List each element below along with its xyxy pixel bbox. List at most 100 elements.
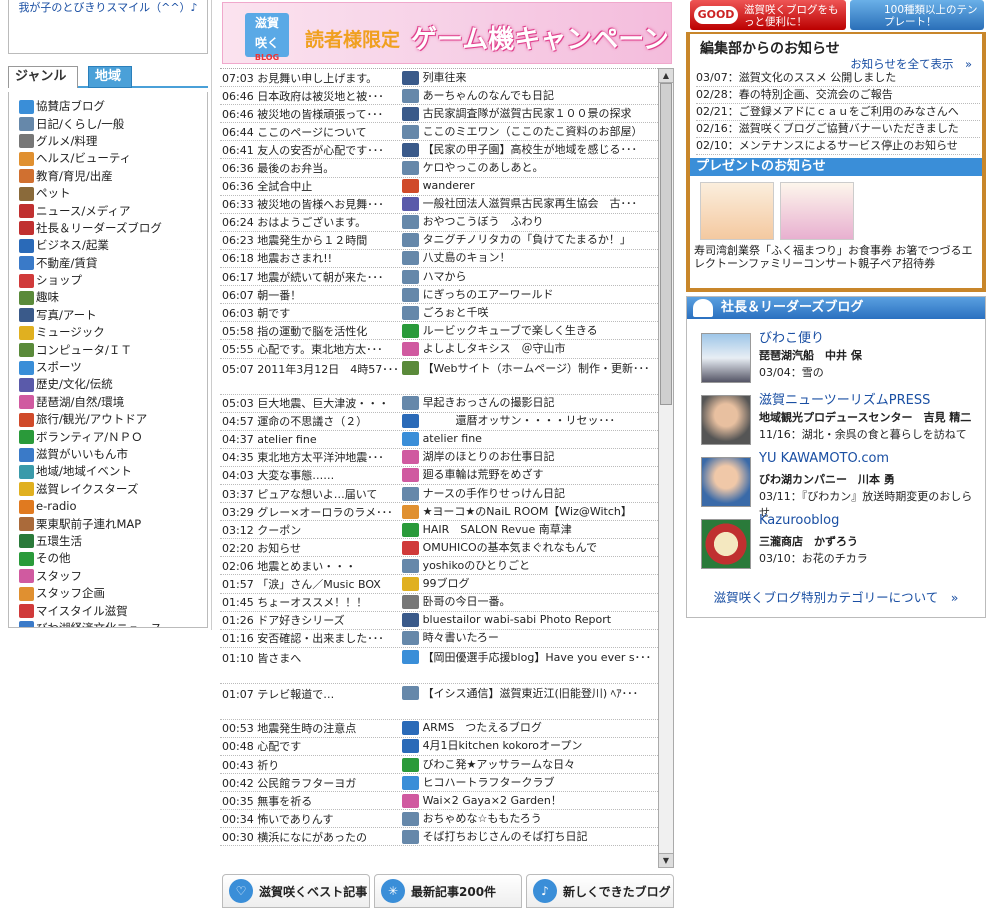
ceo-post[interactable]: 11/16：湖北・余呉の食と暮らしを訪ねて <box>759 427 979 443</box>
post-title-link[interactable]: 04:35 東北地方太平洋沖地震･･･ <box>220 449 402 465</box>
blog-name-link[interactable]: 古民家調査隊が滋賀古民家１００景の探求 <box>423 106 658 122</box>
blog-name-link[interactable]: 早起きおっさんの撮影日記 <box>423 395 658 411</box>
genre-item[interactable]: 写真/アート <box>19 307 207 324</box>
post-title-link[interactable]: 01:07 テレビ報道で… <box>220 686 402 702</box>
post-title-link[interactable]: 06:46 被災地の皆様頑張って･･･ <box>220 106 402 122</box>
blog-name-link[interactable]: 卧哥の今日一番。 <box>423 594 658 610</box>
notice-item[interactable]: 02/21：ご登録メアドにｃａｕをご利用のみなさんへ <box>696 104 980 121</box>
genre-item[interactable]: スタッフ <box>19 568 207 585</box>
post-title-link[interactable]: 04:37 atelier fine <box>220 433 402 446</box>
blog-name-link[interactable]: 【民家の甲子園】高校生が地域を感じる･･･ <box>423 142 658 158</box>
blog-name-link[interactable]: yoshikoのひとりごと <box>423 558 658 574</box>
blog-name-link[interactable]: 列車往来 <box>423 70 658 86</box>
notice-item[interactable]: 02/16：滋賀咲くブログご協賛バナーいただきました <box>696 121 980 138</box>
post-title-link[interactable]: 02:06 地震とめまい・・・ <box>220 558 402 574</box>
blog-name-link[interactable]: おちゃめな☆ももたろう <box>423 811 658 827</box>
scroll-thumb[interactable] <box>660 83 672 405</box>
blog-name-link[interactable]: ケロやっこのあしあと。 <box>423 160 658 176</box>
post-title-link[interactable]: 06:41 友人の安否が心配です･･･ <box>220 142 402 158</box>
ceo-blog-link[interactable]: Kazurooblog <box>759 513 839 528</box>
blog-name-link[interactable]: ★ヨーコ★のNaiL ROOM【Wiz@Witch】 <box>423 504 658 520</box>
post-title-link[interactable]: 06:33 被災地の皆様へお見舞･･･ <box>220 196 402 212</box>
featured-blog-link[interactable]: 我が子のとびきりスマイル（^^）♪ <box>18 1 197 14</box>
genre-item[interactable]: ペット <box>19 185 207 202</box>
genre-item[interactable]: グルメ/料理 <box>19 133 207 150</box>
post-title-link[interactable]: 00:53 地震発生時の注意点 <box>220 720 402 736</box>
ceo-blog-link[interactable]: YU KAWAMOTO.com <box>759 451 889 466</box>
genre-item[interactable]: スタッフ企画 <box>19 585 207 602</box>
post-title-link[interactable]: 02:20 お知らせ <box>220 540 402 556</box>
blog-name-link[interactable]: おやつこうぼう ふわり <box>423 214 658 230</box>
logo-photo[interactable] <box>701 519 751 569</box>
blog-name-link[interactable]: 一般社団法人滋賀県古民家再生協会 古･･･ <box>423 196 658 212</box>
blog-name-link[interactable]: びわこ発★アッサラームな日々 <box>423 757 658 773</box>
blog-name-link[interactable]: 【イシス通信】滋賀東近江(旧能登川) ﾍｱ･･･ <box>423 686 658 702</box>
genre-item[interactable]: 社長＆リーダーズブログ <box>19 220 207 237</box>
post-title-link[interactable]: 06:36 最後のお弁当。 <box>220 160 402 176</box>
tab-area[interactable]: 地域 <box>88 66 132 88</box>
genre-item[interactable]: ヘルス/ビューティ <box>19 150 207 167</box>
post-title-link[interactable]: 07:03 お見舞い申し上げます。 <box>220 70 402 86</box>
post-title-link[interactable]: 00:48 心配です <box>220 738 402 754</box>
genre-item[interactable]: 教育/育児/出産 <box>19 168 207 185</box>
scroll-down-arrow-icon[interactable]: ▼ <box>659 853 673 867</box>
blog-name-link[interactable]: bluestailor wabi-sabi Photo Report <box>423 612 658 628</box>
post-title-link[interactable]: 06:44 ここのページについて <box>220 124 402 140</box>
blog-name-link[interactable]: そば打ちおじさんのそば打ち日記 <box>423 829 658 845</box>
genre-item[interactable]: 協賛店ブログ <box>19 98 207 115</box>
post-title-link[interactable]: 05:58 指の運動で脳を活性化 <box>220 323 402 339</box>
genre-item[interactable]: e-radio <box>19 498 207 515</box>
best-articles-button[interactable]: ♡ 滋賀咲くベスト記事 <box>222 874 370 908</box>
blog-name-link[interactable]: 【Webサイト（ホームページ）制作・更新･･･ <box>423 361 658 377</box>
blog-name-link[interactable]: ここのミエワン（ここのたこ資料のお部屋） <box>423 124 658 140</box>
ship-photo[interactable] <box>701 333 751 383</box>
ceo-post[interactable]: 03/04：雪の <box>759 365 979 381</box>
genre-item[interactable]: 不動産/賃貸 <box>19 255 207 272</box>
post-title-link[interactable]: 01:10 皆さまへ <box>220 650 402 666</box>
blog-name-link[interactable]: ハマから <box>423 269 658 285</box>
blog-name-link[interactable]: 4月1日kitchen kokoroオープン <box>423 738 658 754</box>
blog-name-link[interactable]: ARMS つたえるブログ <box>423 720 658 736</box>
blog-name-link[interactable]: 湖岸のほとりのお仕事日記 <box>423 449 658 465</box>
notice-item[interactable]: 02/10：メンテナンスによるサービス停止のお知らせ <box>696 138 980 155</box>
blog-name-link[interactable]: 【岡田優選手応援blog】Have you ever s･･･ <box>423 650 658 666</box>
blog-name-link[interactable]: 時々書いたろー <box>423 630 658 646</box>
ceo-blog-link[interactable]: 滋賀ニューツーリズムPRESS <box>759 389 930 408</box>
genre-item[interactable]: 日記/くらし/一般 <box>19 115 207 132</box>
blog-name-link[interactable]: atelier fine <box>423 431 658 447</box>
present-text[interactable]: 寿司湾創業祭「ふく福まつり」お食事券 お箸でつづるエレクトーンファミリーコンサー… <box>694 244 978 270</box>
scroll-up-arrow-icon[interactable]: ▲ <box>659 69 673 83</box>
post-title-link[interactable]: 05:55 心配です。東北地方太･･･ <box>220 341 402 357</box>
post-title-link[interactable]: 00:42 公民館ラフターヨガ <box>220 775 402 791</box>
post-title-link[interactable]: 01:26 ドア好きシリーズ <box>220 612 402 628</box>
post-title-link[interactable]: 05:07 2011年3月12日 4時57･･･ <box>220 361 402 377</box>
post-title-link[interactable]: 01:57 「涙」さん／Music BOX <box>220 576 402 592</box>
post-title-link[interactable]: 01:45 ちょーオススメ！！！ <box>220 594 402 610</box>
post-title-link[interactable]: 06:24 おはようございます。 <box>220 214 402 230</box>
genre-item[interactable]: 歴史/文化/伝統 <box>19 376 207 393</box>
genre-item[interactable]: 琵琶湖/自然/環境 <box>19 394 207 411</box>
blog-name-link[interactable]: ナースの手作りせっけん日記 <box>423 486 658 502</box>
blog-name-link[interactable]: ごろぉと千咲 <box>423 305 658 321</box>
genre-item[interactable]: 滋賀がいいもん市 <box>19 446 207 463</box>
blog-name-link[interactable]: 八丈島のキョン！ <box>423 250 658 266</box>
blog-name-link[interactable]: ルービックキューブで楽しく生きる <box>423 323 658 339</box>
genre-item[interactable]: マイスタイル滋賀 <box>19 602 207 619</box>
blog-name-link[interactable]: ヒコハートラフタークラブ <box>423 775 658 791</box>
post-title-link[interactable]: 06:07 朝一番！ <box>220 287 402 303</box>
genre-item[interactable]: 滋賀レイクスターズ <box>19 481 207 498</box>
post-title-link[interactable]: 06:46 日本政府は被災地と被･･･ <box>220 88 402 104</box>
blog-name-link[interactable]: 廻る車輪は荒野をめざす <box>423 467 658 483</box>
genre-item[interactable]: 趣味 <box>19 289 207 306</box>
genre-item[interactable]: ボランティア/ＮＰＯ <box>19 428 207 445</box>
blog-name-link[interactable]: OMUHICOの基本気まぐれなもんで <box>423 540 658 556</box>
post-title-link[interactable]: 01:16 安否確認・出来ました･･･ <box>220 630 402 646</box>
template-ad-banner[interactable]: 100種類以上のテンプレート！ <box>850 0 984 30</box>
post-title-link[interactable]: 00:35 無事を祈る <box>220 793 402 809</box>
genre-item[interactable]: スポーツ <box>19 359 207 376</box>
genre-item[interactable]: ミュージック <box>19 324 207 341</box>
post-title-link[interactable]: 04:57 運命の不思議さ（２） <box>220 413 402 429</box>
post-title-link[interactable]: 03:37 ピュアな想いよ…届いて <box>220 486 402 502</box>
blog-name-link[interactable]: HAIR SALON Revue 南草津 <box>423 522 658 538</box>
blog-name-link[interactable]: タニグチノリタカの「負けてたまるか！」 <box>423 232 658 248</box>
